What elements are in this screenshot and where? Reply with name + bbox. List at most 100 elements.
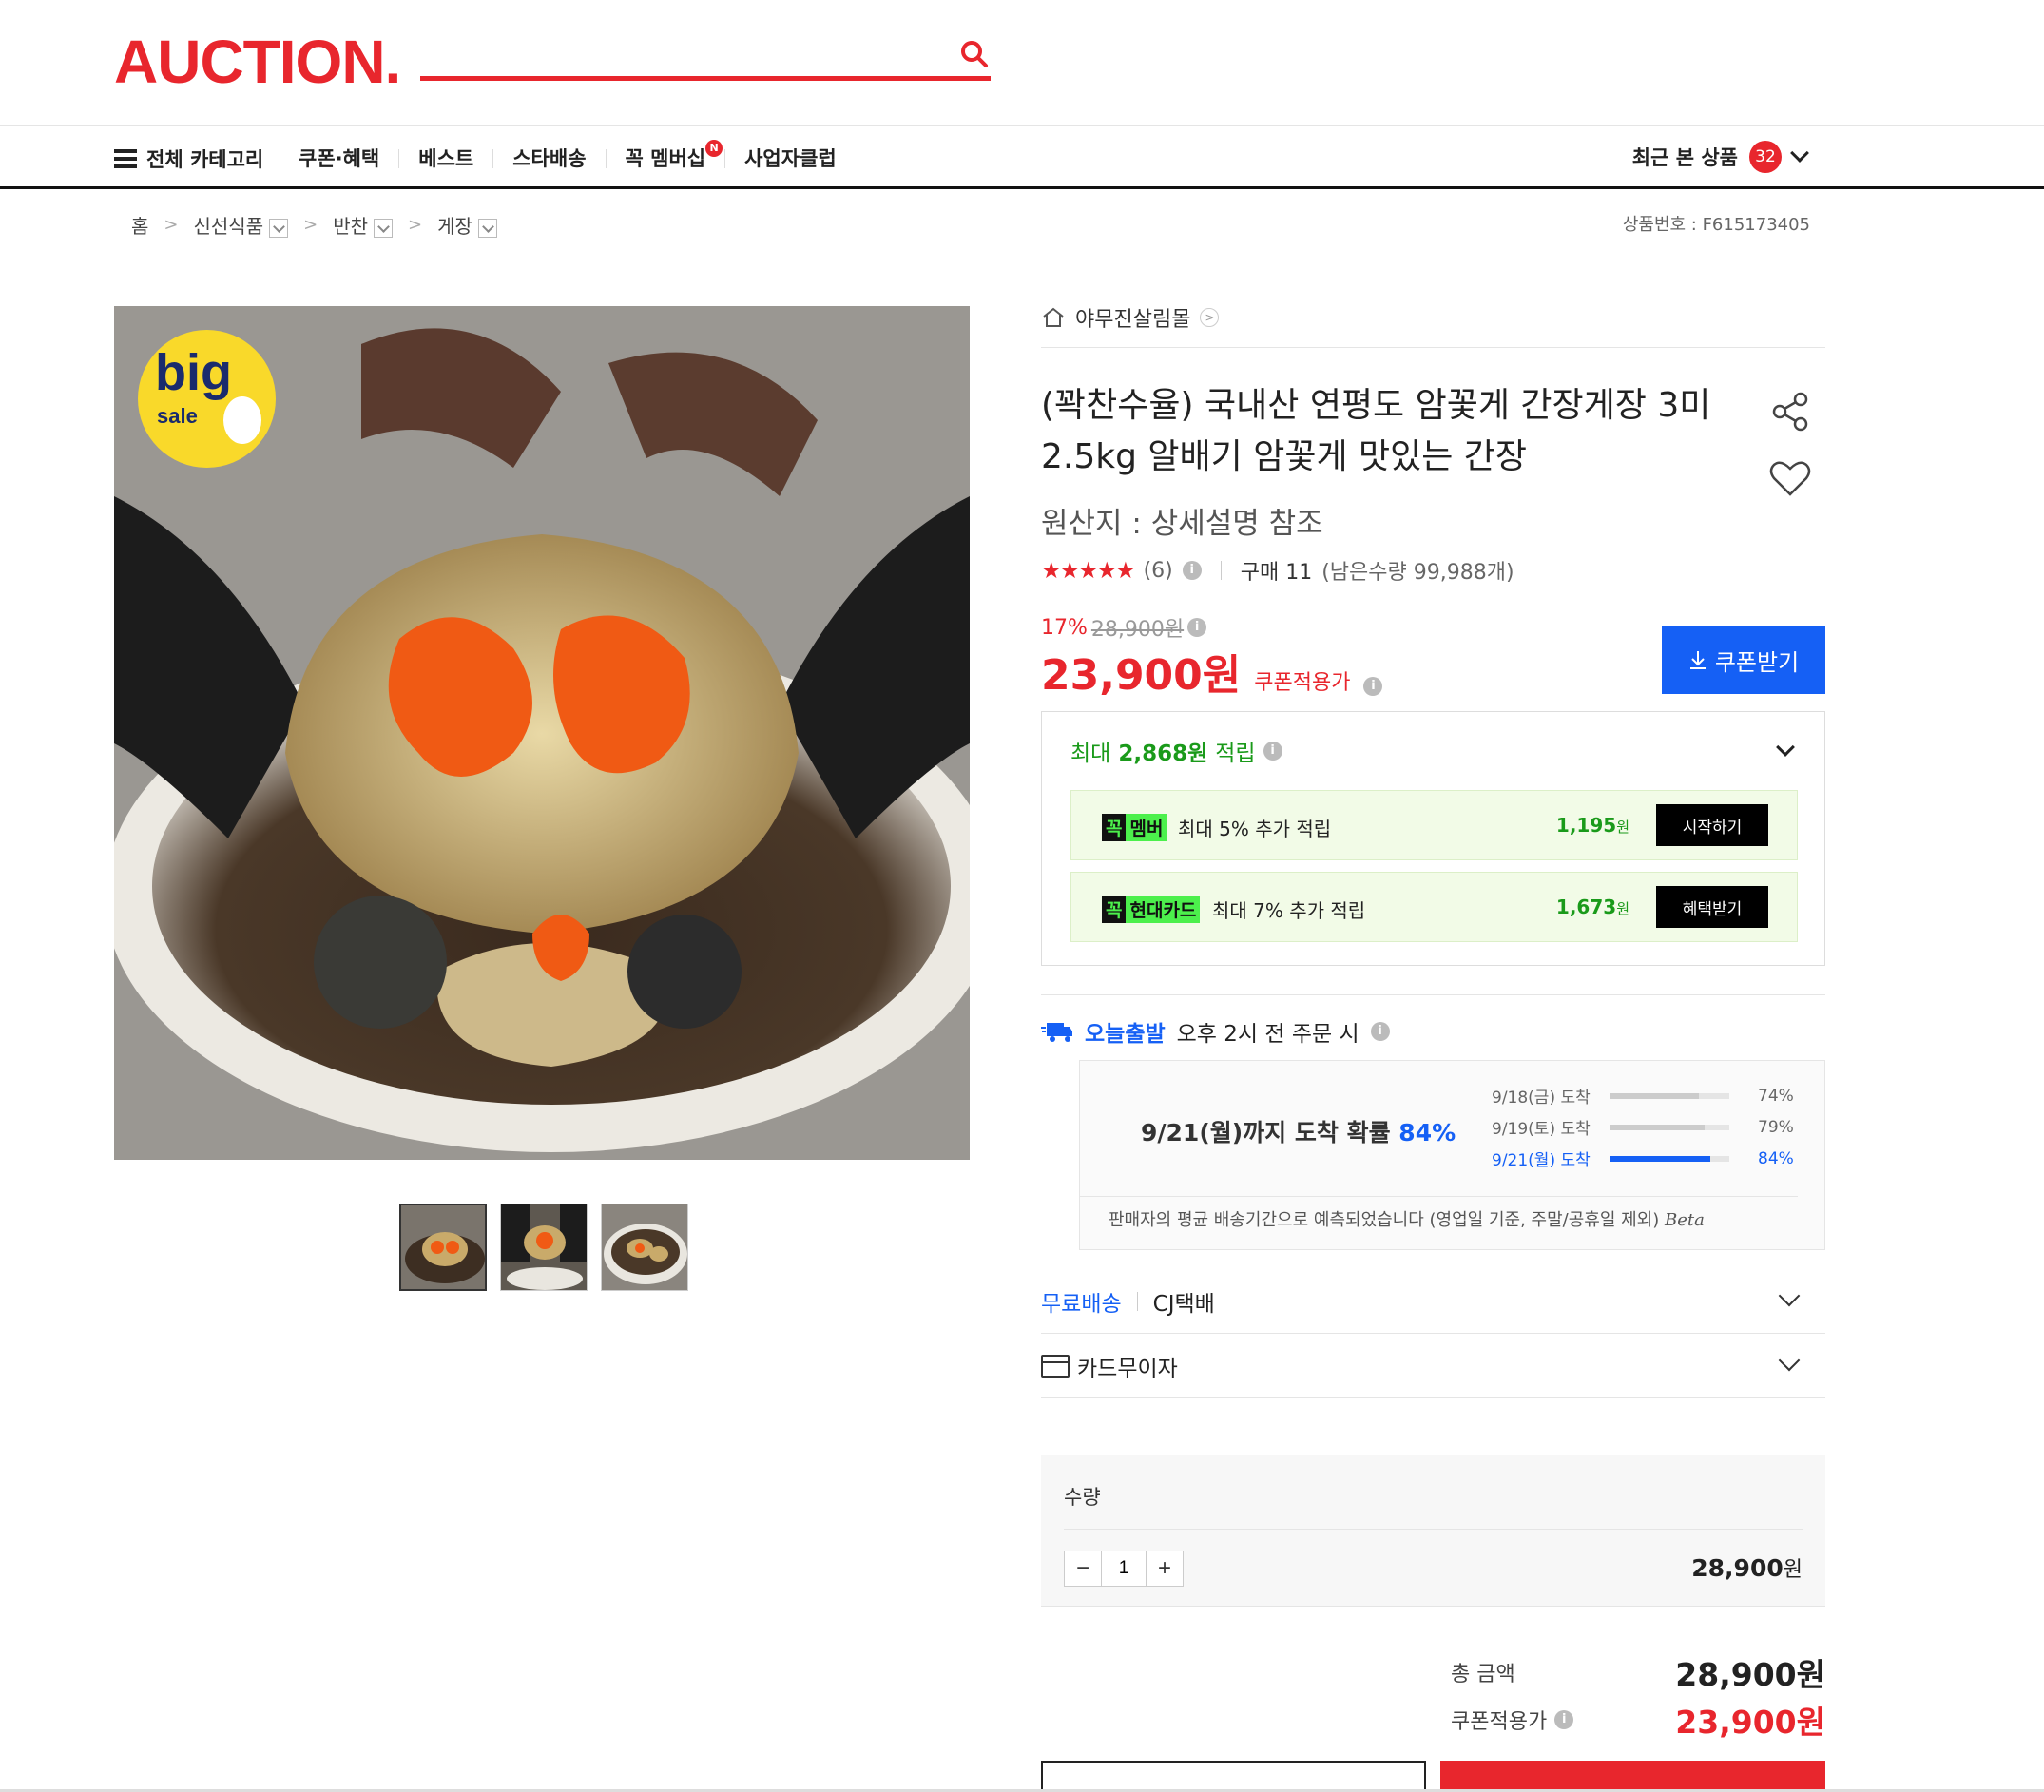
get-coupon-button[interactable]: 쿠폰받기 [1662, 626, 1825, 694]
info-icon[interactable]: i [1363, 677, 1383, 696]
probability-bar [1610, 1155, 1729, 1162]
thumbnail-image [602, 1204, 687, 1290]
recent-viewed-label: 최근 본 상품 [1631, 146, 1738, 169]
points-box: 최대 2,868원 적립 i 꼭 멤버 최대 5% 추가 적립 1,195원 시작… [1041, 711, 1825, 966]
recent-count-badge: 32 [1749, 141, 1782, 173]
chevron-down-icon[interactable] [1776, 738, 1795, 757]
heart-icon[interactable] [1766, 454, 1814, 502]
chevron-down-icon [1790, 144, 1809, 163]
breadcrumb-item[interactable]: 신선식품 [194, 211, 289, 239]
nav-item-membership[interactable]: 꼭 멤버십 N [605, 140, 725, 169]
get-benefit-button[interactable]: 혜택받기 [1656, 886, 1768, 928]
product-title: (꽉찬수율) 국내산 연평도 암꽃게 간장게장 3미 2.5kg 알배기 암꽃게… [1041, 386, 1711, 476]
breadcrumb-home[interactable]: 홈 [131, 211, 148, 239]
product-number: 상품번호 : F615173405 [1622, 215, 1810, 235]
coupon-applied-value: 23,900원 [1675, 1704, 1825, 1741]
search-bar [420, 29, 991, 81]
card-icon [1041, 1354, 1070, 1378]
nav-item-best[interactable]: 베스트 [398, 149, 492, 169]
thumbnail[interactable] [500, 1204, 588, 1291]
quantity-box: 수량 − + 28,900원 [1041, 1455, 1825, 1607]
chevron-right-icon: > [408, 215, 423, 235]
start-membership-button[interactable]: 시작하기 [1656, 804, 1768, 846]
review-count[interactable]: (6) [1144, 559, 1173, 583]
nav-item-coupon[interactable]: 쿠폰·혜택 [299, 149, 398, 169]
shipping-option-row[interactable]: 무료배송 CJ택배 [1041, 1269, 1825, 1334]
points-header[interactable]: 최대 2,868원 적립 i [1070, 735, 1282, 767]
chevron-right-icon: > [303, 215, 318, 235]
divider [1220, 561, 1222, 580]
points-suffix: 적립 [1215, 742, 1256, 766]
shipping-cutoff: 오후 2시 전 주문 시 [1176, 1022, 1359, 1047]
tag-label: 현대카드 [1126, 896, 1201, 923]
top-header: AUCTION. [0, 0, 2044, 126]
thumbnail[interactable] [399, 1204, 487, 1291]
points-row-card: 꼭 현대카드 최대 7% 추가 적립 1,673원 혜택받기 [1070, 872, 1798, 942]
probability-bar [1610, 1092, 1729, 1099]
nav-item-star-delivery[interactable]: 스타배송 [492, 149, 605, 169]
info-icon[interactable]: i [1263, 742, 1282, 761]
search-input[interactable] [420, 29, 934, 76]
free-shipping-label: 무료배송 [1041, 1291, 1122, 1317]
remaining-stock: (남은수량 99,988개) [1321, 561, 1514, 585]
total-label: 총 금액 [1451, 1663, 1515, 1686]
info-icon[interactable]: i [1187, 618, 1207, 637]
info-icon[interactable]: i [1370, 1022, 1390, 1041]
thumbnail-list [399, 1204, 688, 1291]
points-row-desc: 최대 5% 추가 적립 [1178, 818, 1332, 840]
discount-percent: 17% [1041, 615, 1088, 640]
coupon-price: 23,900원 [1041, 651, 1242, 700]
points-row-amount: 1,195원 [1556, 814, 1629, 837]
probability-fill [1610, 1155, 1710, 1162]
nav-menu: 쿠폰·혜택 베스트 스타배송 꼭 멤버십 N 사업자클럽 [299, 140, 856, 176]
card-installment-row[interactable]: 카드무이자 [1041, 1334, 1825, 1398]
search-icon[interactable] [958, 38, 991, 70]
delivery-prediction-box: 9/21(월)까지 도착 확률 84% 9/18(금) 도착 74% 9/19(… [1079, 1060, 1825, 1250]
all-categories-button[interactable]: 전체 카테고리 [114, 142, 263, 176]
dropdown-icon[interactable] [374, 218, 394, 238]
breadcrumb-item[interactable]: 게장 [437, 211, 497, 239]
dropdown-icon[interactable] [477, 218, 497, 238]
probability-fill [1610, 1124, 1705, 1130]
delivery-row: 9/21(월) 도착 84% [1492, 1146, 1794, 1171]
add-to-cart-button[interactable] [1041, 1761, 1426, 1792]
membership-tag: 꼭 멤버 [1102, 814, 1167, 841]
tag-prefix: 꼭 [1102, 896, 1127, 923]
purchase-count: 구매 11 [1240, 561, 1313, 585]
coupon-applied-label-text: 쿠폰적용가 [1451, 1710, 1548, 1734]
points-row-desc: 최대 7% 추가 적립 [1212, 899, 1366, 922]
increase-button[interactable]: + [1147, 1551, 1183, 1586]
shipping-header: 오늘출발 오후 2시 전 주문 시 i [1041, 1015, 1390, 1048]
share-icon[interactable] [1766, 388, 1814, 435]
recent-viewed-button[interactable]: 최근 본 상품 32 [1631, 141, 1809, 173]
nav-item-business-club[interactable]: 사업자클럽 [724, 149, 856, 169]
origin-info: 원산지 : 상세설명 참조 [1041, 507, 1323, 541]
product-main-image[interactable]: big sale [114, 306, 970, 1160]
divider [1041, 347, 1825, 348]
big-sale-badge-sale: sale [157, 404, 198, 428]
quantity-input[interactable] [1101, 1551, 1147, 1586]
coupon-price-label: 쿠폰적용가 [1254, 671, 1351, 695]
delivery-note-text: 판매자의 평균 배송기간으로 예측되었습니다 (영업일 기준, 주말/공휴일 제… [1109, 1210, 1660, 1230]
points-prefix: 최대 [1070, 742, 1111, 766]
thumbnail-image [501, 1204, 587, 1290]
delivery-probability-pct: 84% [1398, 1119, 1456, 1146]
breadcrumb-item[interactable]: 반찬 [333, 211, 394, 239]
main-nav: 전체 카테고리 쿠폰·혜택 베스트 스타배송 꼭 멤버십 N 사업자클럽 최근 본… [0, 126, 2044, 189]
chevron-right-icon: > [164, 215, 179, 235]
quantity-price: 28,900원 [1691, 1552, 1803, 1583]
auction-logo[interactable]: AUCTION. [114, 27, 401, 97]
info-icon[interactable]: i [1554, 1710, 1574, 1729]
dropdown-icon[interactable] [269, 218, 289, 238]
store-link[interactable]: 야무진살림몰 > [1041, 302, 1220, 333]
coupon-applied-label: 쿠폰적용가 i [1451, 1705, 1574, 1735]
action-buttons [1041, 1761, 1825, 1792]
delivery-pct: 79% [1758, 1117, 1794, 1137]
decrease-button[interactable]: − [1065, 1551, 1101, 1586]
buy-now-button[interactable] [1440, 1761, 1825, 1792]
delivery-probability-text: 9/21(월)까지 도착 확률 [1141, 1119, 1391, 1146]
thumbnail[interactable] [601, 1204, 688, 1291]
chevron-down-icon [1778, 1284, 1801, 1307]
delivery-note: 판매자의 평균 배송기간으로 예측되었습니다 (영업일 기준, 주말/공휴일 제… [1080, 1196, 1798, 1231]
info-icon[interactable]: i [1182, 561, 1202, 580]
